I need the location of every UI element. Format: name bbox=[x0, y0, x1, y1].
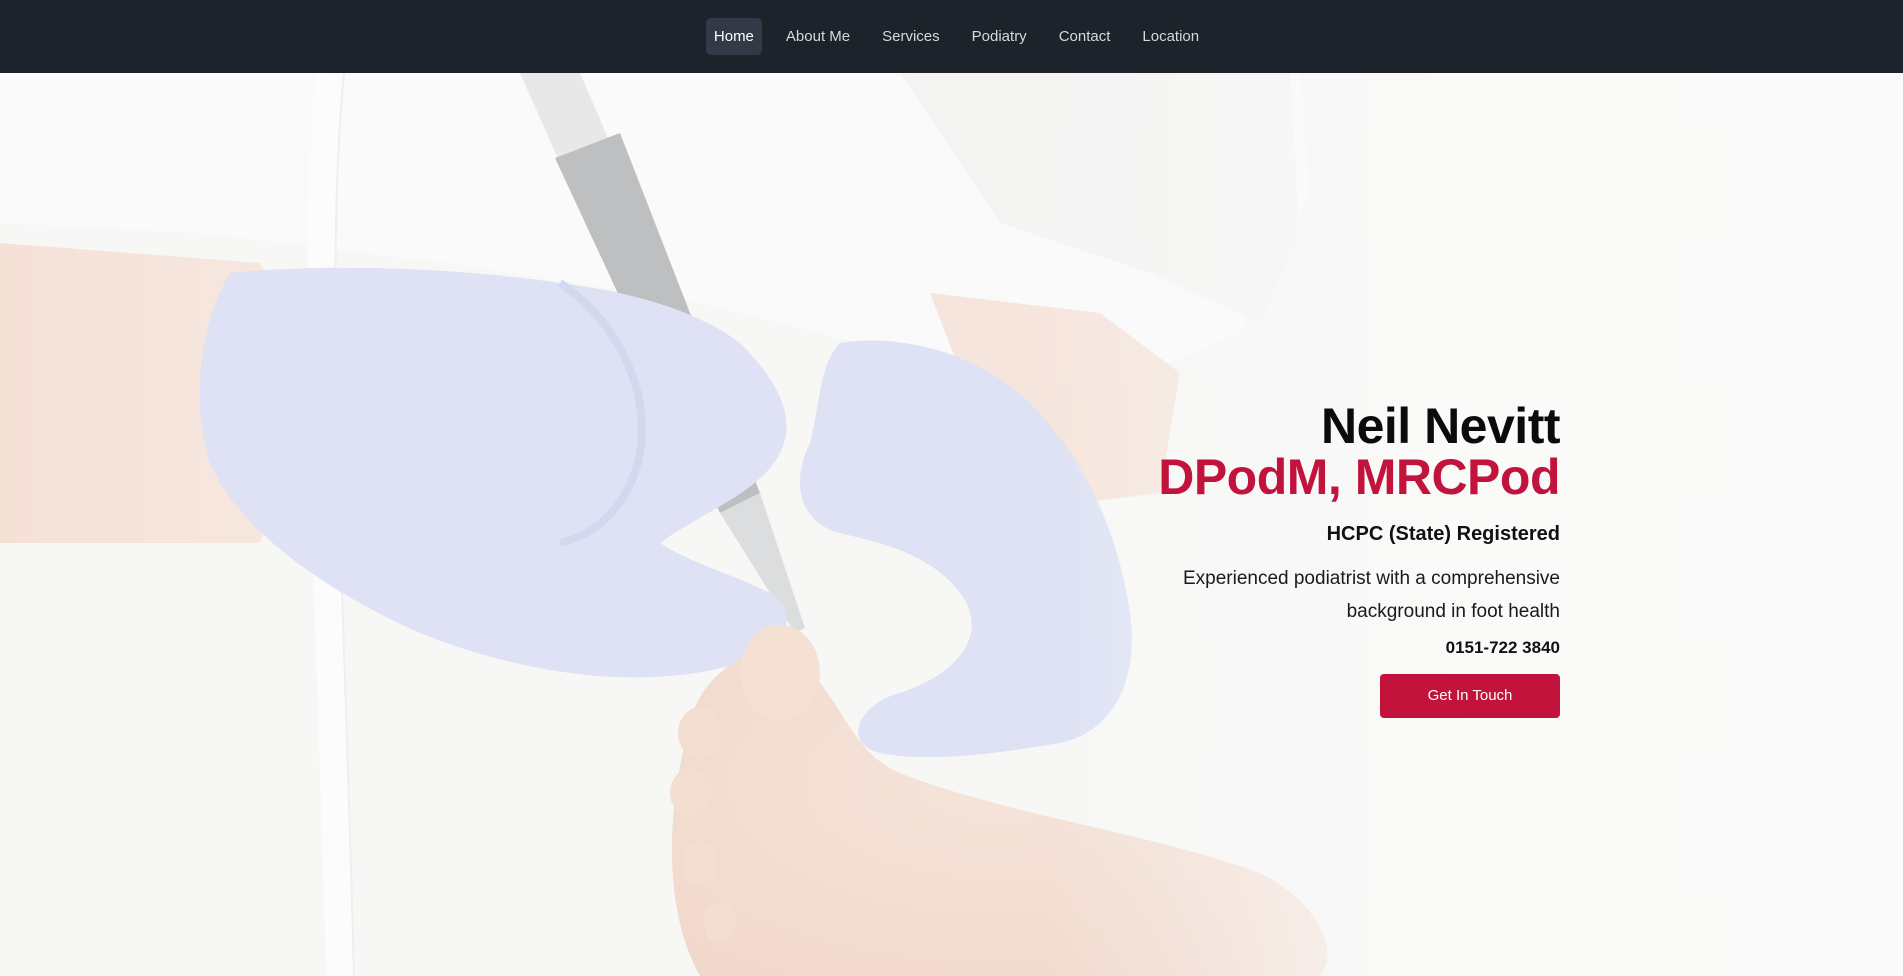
nav-item-services[interactable]: Services bbox=[874, 18, 948, 55]
hero-section: Neil Nevitt DPodM, MRCPod HCPC (State) R… bbox=[0, 73, 1903, 976]
practitioner-credentials: DPodM, MRCPod bbox=[1158, 449, 1560, 505]
nav-item-location[interactable]: Location bbox=[1134, 18, 1207, 55]
hero-content: Neil Nevitt DPodM, MRCPod HCPC (State) R… bbox=[940, 398, 1561, 718]
nav-item-contact[interactable]: Contact bbox=[1051, 18, 1119, 55]
hero-description: Experienced podiatrist with a comprehens… bbox=[1182, 568, 1560, 622]
top-navbar: Home About Me Services Podiatry Contact … bbox=[0, 0, 1903, 73]
nav-menu: Home About Me Services Podiatry Contact … bbox=[702, 18, 1211, 55]
nav-item-podiatry[interactable]: Podiatry bbox=[964, 18, 1035, 55]
practitioner-name: Neil Nevitt bbox=[1320, 398, 1561, 454]
phone-number[interactable]: 0151-722 3840 bbox=[940, 638, 1560, 658]
get-in-touch-button[interactable]: Get In Touch bbox=[1380, 674, 1560, 718]
nav-item-home[interactable]: Home bbox=[705, 18, 762, 55]
registration-text: HCPC (State) Registered bbox=[1326, 523, 1560, 545]
nav-item-about-me[interactable]: About Me bbox=[778, 18, 858, 55]
